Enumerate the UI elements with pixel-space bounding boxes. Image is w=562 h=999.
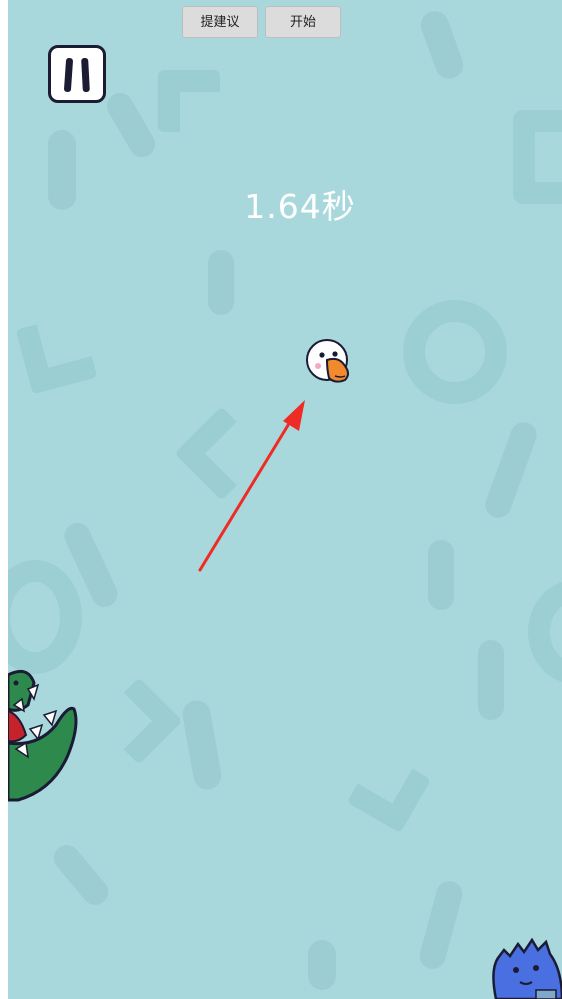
bg-pattern-ring	[403, 300, 507, 404]
bg-pattern-ring	[8, 560, 82, 674]
bg-pattern-dash	[180, 698, 224, 792]
bg-pattern-chevron	[158, 70, 220, 132]
bg-pattern-chevron	[346, 748, 432, 834]
bg-pattern-dash	[308, 940, 336, 990]
timer-value: 1.64	[244, 187, 322, 226]
bg-pattern-dash	[416, 7, 468, 83]
bg-pattern-dash	[481, 418, 541, 522]
bg-pattern-dash	[102, 88, 160, 162]
bg-pattern-dash	[48, 839, 114, 911]
bg-pattern-ring	[528, 580, 562, 684]
bg-pattern-chevron	[15, 312, 98, 395]
bg-pattern-dash	[428, 540, 454, 610]
elapsed-timer: 1.64秒	[0, 180, 562, 228]
bg-pattern-dash	[416, 878, 466, 972]
goose-player[interactable]	[305, 338, 355, 388]
blue-monster-enemy	[492, 937, 562, 999]
start-button[interactable]: 开始	[265, 6, 341, 38]
bg-pattern-chevron	[95, 677, 183, 765]
crocodile-enemy	[8, 669, 78, 802]
bg-pattern-dash	[478, 640, 504, 720]
suggest-button[interactable]: 提建议	[182, 6, 258, 38]
bg-pattern-dash	[208, 250, 234, 315]
pause-button[interactable]	[48, 45, 106, 103]
direction-arrow	[198, 400, 305, 572]
timer-unit: 秒	[321, 187, 356, 226]
